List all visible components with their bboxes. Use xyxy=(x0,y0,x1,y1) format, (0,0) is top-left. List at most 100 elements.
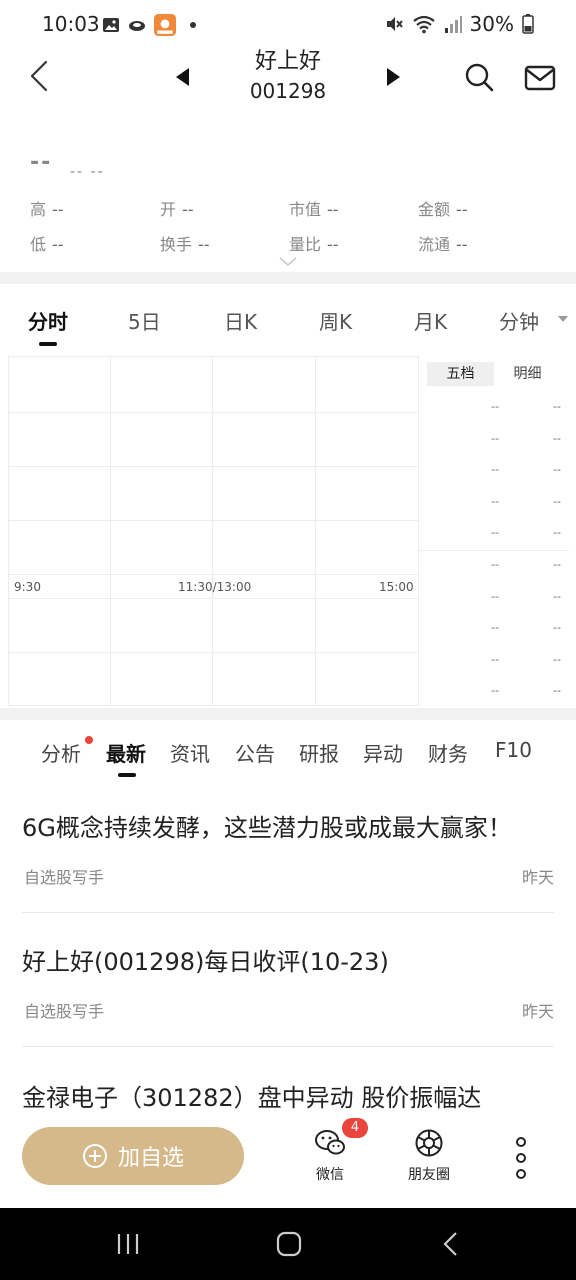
quote-float: 流通 -- xyxy=(418,235,468,254)
plus-circle-icon xyxy=(82,1144,107,1168)
back-nav-icon[interactable] xyxy=(440,1230,460,1258)
wifi-icon xyxy=(412,15,435,34)
next-stock-button[interactable] xyxy=(382,66,404,88)
recent-apps-icon[interactable] xyxy=(116,1232,140,1256)
grid-line xyxy=(8,356,9,706)
tab-finance[interactable]: 财务 xyxy=(428,738,468,767)
news-meta: 自选股写手 昨天 xyxy=(22,998,554,1021)
tab-trade-details[interactable]: 明细 xyxy=(494,362,561,386)
wechat-label: 微信 xyxy=(316,1167,344,1183)
mail-icon[interactable] xyxy=(524,64,556,92)
tab-five-levels[interactable]: 五档 xyxy=(427,362,494,386)
order-book-row: -- -- xyxy=(491,463,561,476)
time-label-open: 9:30 xyxy=(14,580,41,594)
grid-line xyxy=(8,574,418,575)
stock-name: 好上好 xyxy=(254,49,321,74)
order-book-tabs: 五档 明细 xyxy=(427,362,561,386)
mute-icon xyxy=(386,17,403,31)
add-to-watchlist-button[interactable]: 加自选 xyxy=(22,1127,244,1185)
tab-latest[interactable]: 最新 xyxy=(106,738,146,767)
news-item[interactable]: 6G概念持续发酵，这些潜力股或成最大赢家！ 自选股写手 昨天 xyxy=(22,812,554,887)
wechat-badge: 4 xyxy=(342,1118,368,1138)
more-options-icon[interactable] xyxy=(510,1136,532,1180)
news-title: 好上好(001298)每日收评(10-23) xyxy=(22,948,389,976)
back-button[interactable] xyxy=(24,56,58,96)
cloud-icon xyxy=(129,21,145,31)
news-item[interactable]: 好上好(001298)每日收评(10-23) 自选股写手 昨天 xyxy=(22,946,554,1021)
tab-movements[interactable]: 异动 xyxy=(363,738,403,767)
order-book-row: -- -- xyxy=(491,495,561,508)
wechat-icon xyxy=(315,1130,345,1155)
quote-row-2: 低 -- 换手 -- 量比 -- 流通 -- xyxy=(30,231,550,255)
news-time: 昨天 xyxy=(521,1002,554,1021)
time-label-close: 15:00 xyxy=(379,580,414,594)
tab-weekly-k[interactable]: 周K xyxy=(319,306,352,335)
tab-analysis[interactable]: 分析 xyxy=(41,738,81,767)
news-meta: 自选股写手 昨天 xyxy=(22,864,554,887)
section-divider xyxy=(0,708,576,720)
tab-minute[interactable]: 分钟 xyxy=(499,306,539,335)
intraday-chart[interactable]: 9:30 11:30/13:00 15:00 xyxy=(8,356,418,706)
add-to-watchlist-label: 加自选 xyxy=(117,1146,184,1171)
grid-line xyxy=(8,652,418,653)
minute-dropdown-caret-icon[interactable] xyxy=(558,316,568,322)
status-dot xyxy=(190,22,196,28)
time-label-midday: 11:30/13:00 xyxy=(178,580,252,594)
order-book-panel: 五档 明细 -- -- -- -- -- -- -- -- -- -- -- -- -- --… xyxy=(418,356,569,706)
moments-icon xyxy=(415,1129,443,1157)
stock-header: 好上好 001298 xyxy=(0,48,576,108)
news-title: 金禄电子（301282）盘中异动 股价振幅达 xyxy=(22,1084,482,1112)
quote-volume-ratio: 量比 -- xyxy=(289,235,339,254)
grid-line xyxy=(8,412,418,413)
status-left-icons xyxy=(102,14,196,36)
grid-line xyxy=(315,356,316,706)
tab-f10[interactable]: F10 xyxy=(495,738,532,762)
grid-line xyxy=(8,356,418,357)
share-moments-button[interactable]: 朋友圈 xyxy=(394,1128,464,1184)
tab-announcements[interactable]: 公告 xyxy=(235,738,275,767)
active-tab-indicator xyxy=(39,342,57,346)
gallery-icon xyxy=(103,18,119,32)
home-icon[interactable] xyxy=(276,1230,302,1258)
tab-research[interactable]: 研报 xyxy=(299,738,339,767)
quote-amount: 金额 -- xyxy=(418,200,468,219)
order-book-row: -- -- xyxy=(491,590,561,603)
tab-intraday[interactable]: 分时 xyxy=(28,306,68,335)
chart-tabs: 分时 5日 日K 周K 月K 分钟 xyxy=(0,296,576,348)
status-time: 10:03 xyxy=(42,12,100,36)
stock-code: 001298 xyxy=(249,79,327,103)
grid-line xyxy=(8,705,418,706)
quote-low: 低 -- xyxy=(30,235,64,254)
order-book-row: -- -- xyxy=(491,621,561,634)
quote-row-1: 高 -- 开 -- 市值 -- 金额 -- xyxy=(30,196,550,220)
news-divider xyxy=(22,1046,554,1047)
quote-open: 开 -- xyxy=(160,200,194,219)
grid-line xyxy=(8,598,418,599)
tab-5day[interactable]: 5日 xyxy=(128,306,161,335)
quote-high: 高 -- xyxy=(30,200,64,219)
order-book-divider xyxy=(419,550,569,551)
prev-stock-button[interactable] xyxy=(172,66,194,88)
grid-line xyxy=(212,356,213,706)
tab-monthly-k[interactable]: 月K xyxy=(414,306,447,335)
tab-news[interactable]: 资讯 xyxy=(170,738,210,767)
active-news-tab-indicator xyxy=(118,773,136,777)
expand-chevron-icon[interactable] xyxy=(278,256,298,268)
quote-turnover: 换手 -- xyxy=(160,235,210,254)
status-bar: 10:03 30% xyxy=(0,0,576,48)
order-book-row: -- -- xyxy=(491,653,561,666)
news-item[interactable]: 金禄电子（301282）盘中异动 股价振幅达 xyxy=(22,1082,554,1114)
search-icon[interactable] xyxy=(464,62,494,92)
news-time: 昨天 xyxy=(521,868,554,887)
stock-title: 好上好 001298 xyxy=(200,48,376,106)
order-book-row: -- -- xyxy=(491,432,561,445)
news-source: 自选股写手 xyxy=(24,1002,105,1021)
bottom-action-bar: 加自选 微信 朋友圈 xyxy=(0,1112,576,1208)
current-price: -- xyxy=(30,150,53,175)
news-tabs: 分析 最新 资讯 公告 研报 异动 财务 F10 xyxy=(0,728,576,778)
quote-market-cap: 市值 -- xyxy=(289,200,339,219)
news-divider xyxy=(22,912,554,913)
order-book-row: -- -- xyxy=(491,400,561,413)
tab-daily-k[interactable]: 日K xyxy=(224,306,257,335)
order-book-row: -- -- xyxy=(491,526,561,539)
